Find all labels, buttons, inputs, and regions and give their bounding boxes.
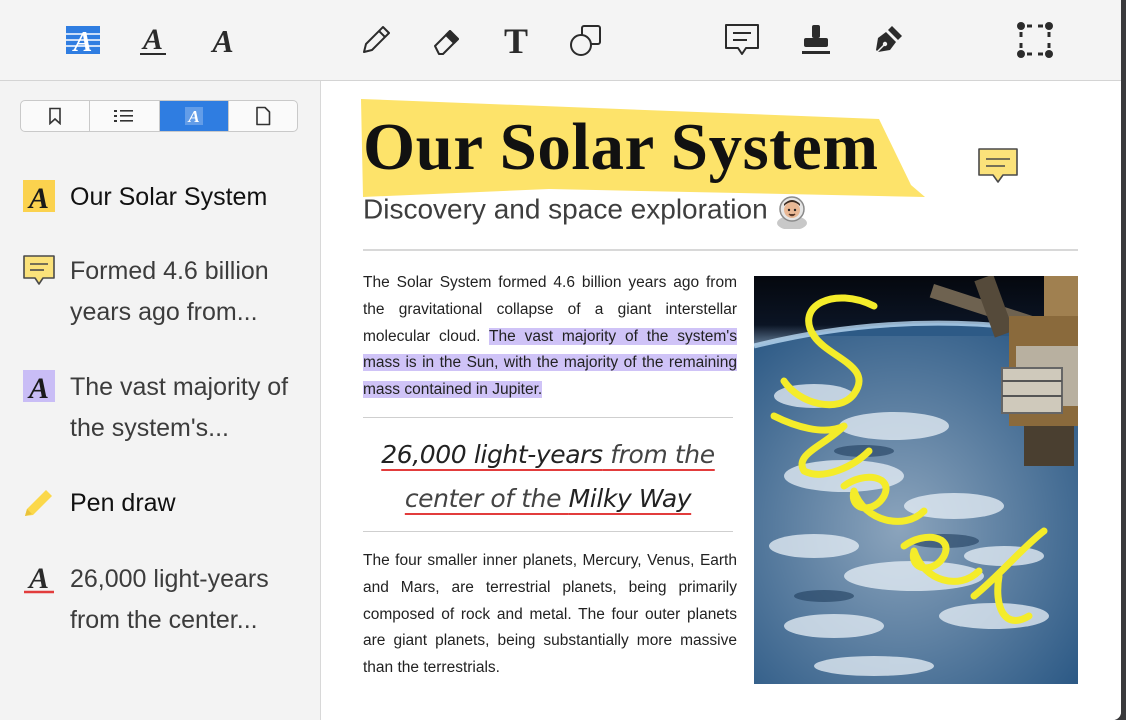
tab-bookmarks[interactable] — [21, 101, 91, 131]
text-underline-tool-icon[interactable]: A — [134, 21, 172, 59]
eraser-tool-icon[interactable] — [427, 21, 465, 59]
svg-text:A: A — [141, 23, 163, 56]
signature-pen-tool-icon[interactable] — [869, 21, 907, 59]
tab-annotations[interactable]: A — [159, 101, 229, 131]
annotation-item[interactable]: A 26,000 light-years from the center... — [22, 559, 300, 641]
annotation-text: 26,000 light-years from the center... — [70, 565, 269, 634]
svg-text:A: A — [27, 562, 49, 595]
shapes-tool-icon[interactable] — [567, 21, 605, 59]
pencil-icon — [25, 490, 52, 516]
bookmark-icon — [49, 107, 61, 125]
svg-text:A: A — [27, 182, 49, 213]
annotation-text: Formed 4.6 billion years ago from... — [70, 257, 269, 326]
page-subtitle: Discovery and space exploration — [363, 193, 810, 229]
annotation-toolbar: A A A T — [0, 0, 1121, 81]
tab-outline[interactable] — [90, 101, 160, 131]
svg-text:T: T — [504, 22, 528, 58]
list-icon — [114, 110, 134, 122]
svg-text:A: A — [72, 27, 93, 57]
document-page: Our Solar System Discovery and space exp… — [321, 81, 1121, 720]
page-title: Our Solar System — [363, 110, 879, 184]
text-highlight-tool-icon[interactable]: A — [64, 21, 102, 59]
divider — [363, 249, 1078, 251]
annotation-item[interactable]: A Our Solar System — [22, 177, 300, 218]
svg-text:A: A — [210, 23, 233, 58]
subtitle-text: Discovery and space exploration — [363, 193, 768, 225]
annotations-icon: A — [184, 107, 203, 126]
annotation-text: The vast majority of the system's... — [70, 373, 289, 442]
app-window: A A A T A A Our Solar System Formed 4.6 … — [0, 0, 1121, 720]
quote-text: center of the — [404, 484, 569, 513]
purple-highlight-icon: A — [23, 370, 55, 403]
stamp-tool-icon[interactable] — [797, 21, 835, 59]
body-paragraph-2: The four smaller inner planets, Mercury,… — [363, 552, 737, 677]
underlined-text[interactable]: 26,000 light-years from the — [381, 440, 715, 469]
annotations-sidebar: A A Our Solar System Formed 4.6 billion … — [0, 81, 321, 720]
text-tool-icon[interactable]: T — [497, 21, 535, 59]
pull-quote: 26,000 light-years from the center of th… — [363, 433, 733, 521]
sticky-note-icon[interactable] — [977, 147, 1019, 187]
annotation-item[interactable]: Formed 4.6 billion years ago from... — [22, 251, 300, 333]
underlined-text[interactable]: center of the Milky Way — [404, 484, 692, 513]
quote-emphasis: Milky Way — [568, 484, 692, 513]
annotation-item[interactable]: Pen draw — [22, 483, 300, 524]
tab-pages[interactable] — [229, 101, 297, 131]
annotation-text: Our Solar System — [70, 183, 268, 211]
selection-tool-icon[interactable] — [1016, 21, 1054, 59]
annotation-text: Pen draw — [70, 489, 176, 517]
svg-text:A: A — [187, 107, 199, 126]
page-icon — [256, 106, 271, 126]
sidebar-view-switcher: A — [20, 100, 298, 132]
note-tool-icon[interactable] — [723, 21, 761, 59]
yellow-highlight-icon: A — [23, 180, 55, 213]
annotation-item[interactable]: A The vast majority of the system's... — [22, 367, 300, 449]
quote-text: from the — [602, 440, 715, 469]
astronaut-emoji-icon — [776, 196, 807, 229]
svg-text:A: A — [27, 372, 49, 403]
body-paragraph-1: The Solar System formed 4.6 billion year… — [363, 270, 738, 404]
underline-icon: A — [24, 562, 54, 595]
quote-emphasis: 26,000 light-years — [381, 440, 603, 469]
divider — [363, 531, 733, 532]
note-icon — [23, 255, 55, 285]
divider — [363, 417, 733, 418]
text-strikethrough-tool-icon[interactable]: A — [204, 21, 242, 59]
pencil-tool-icon[interactable] — [357, 21, 395, 59]
earth-satellite-image — [754, 276, 1078, 684]
